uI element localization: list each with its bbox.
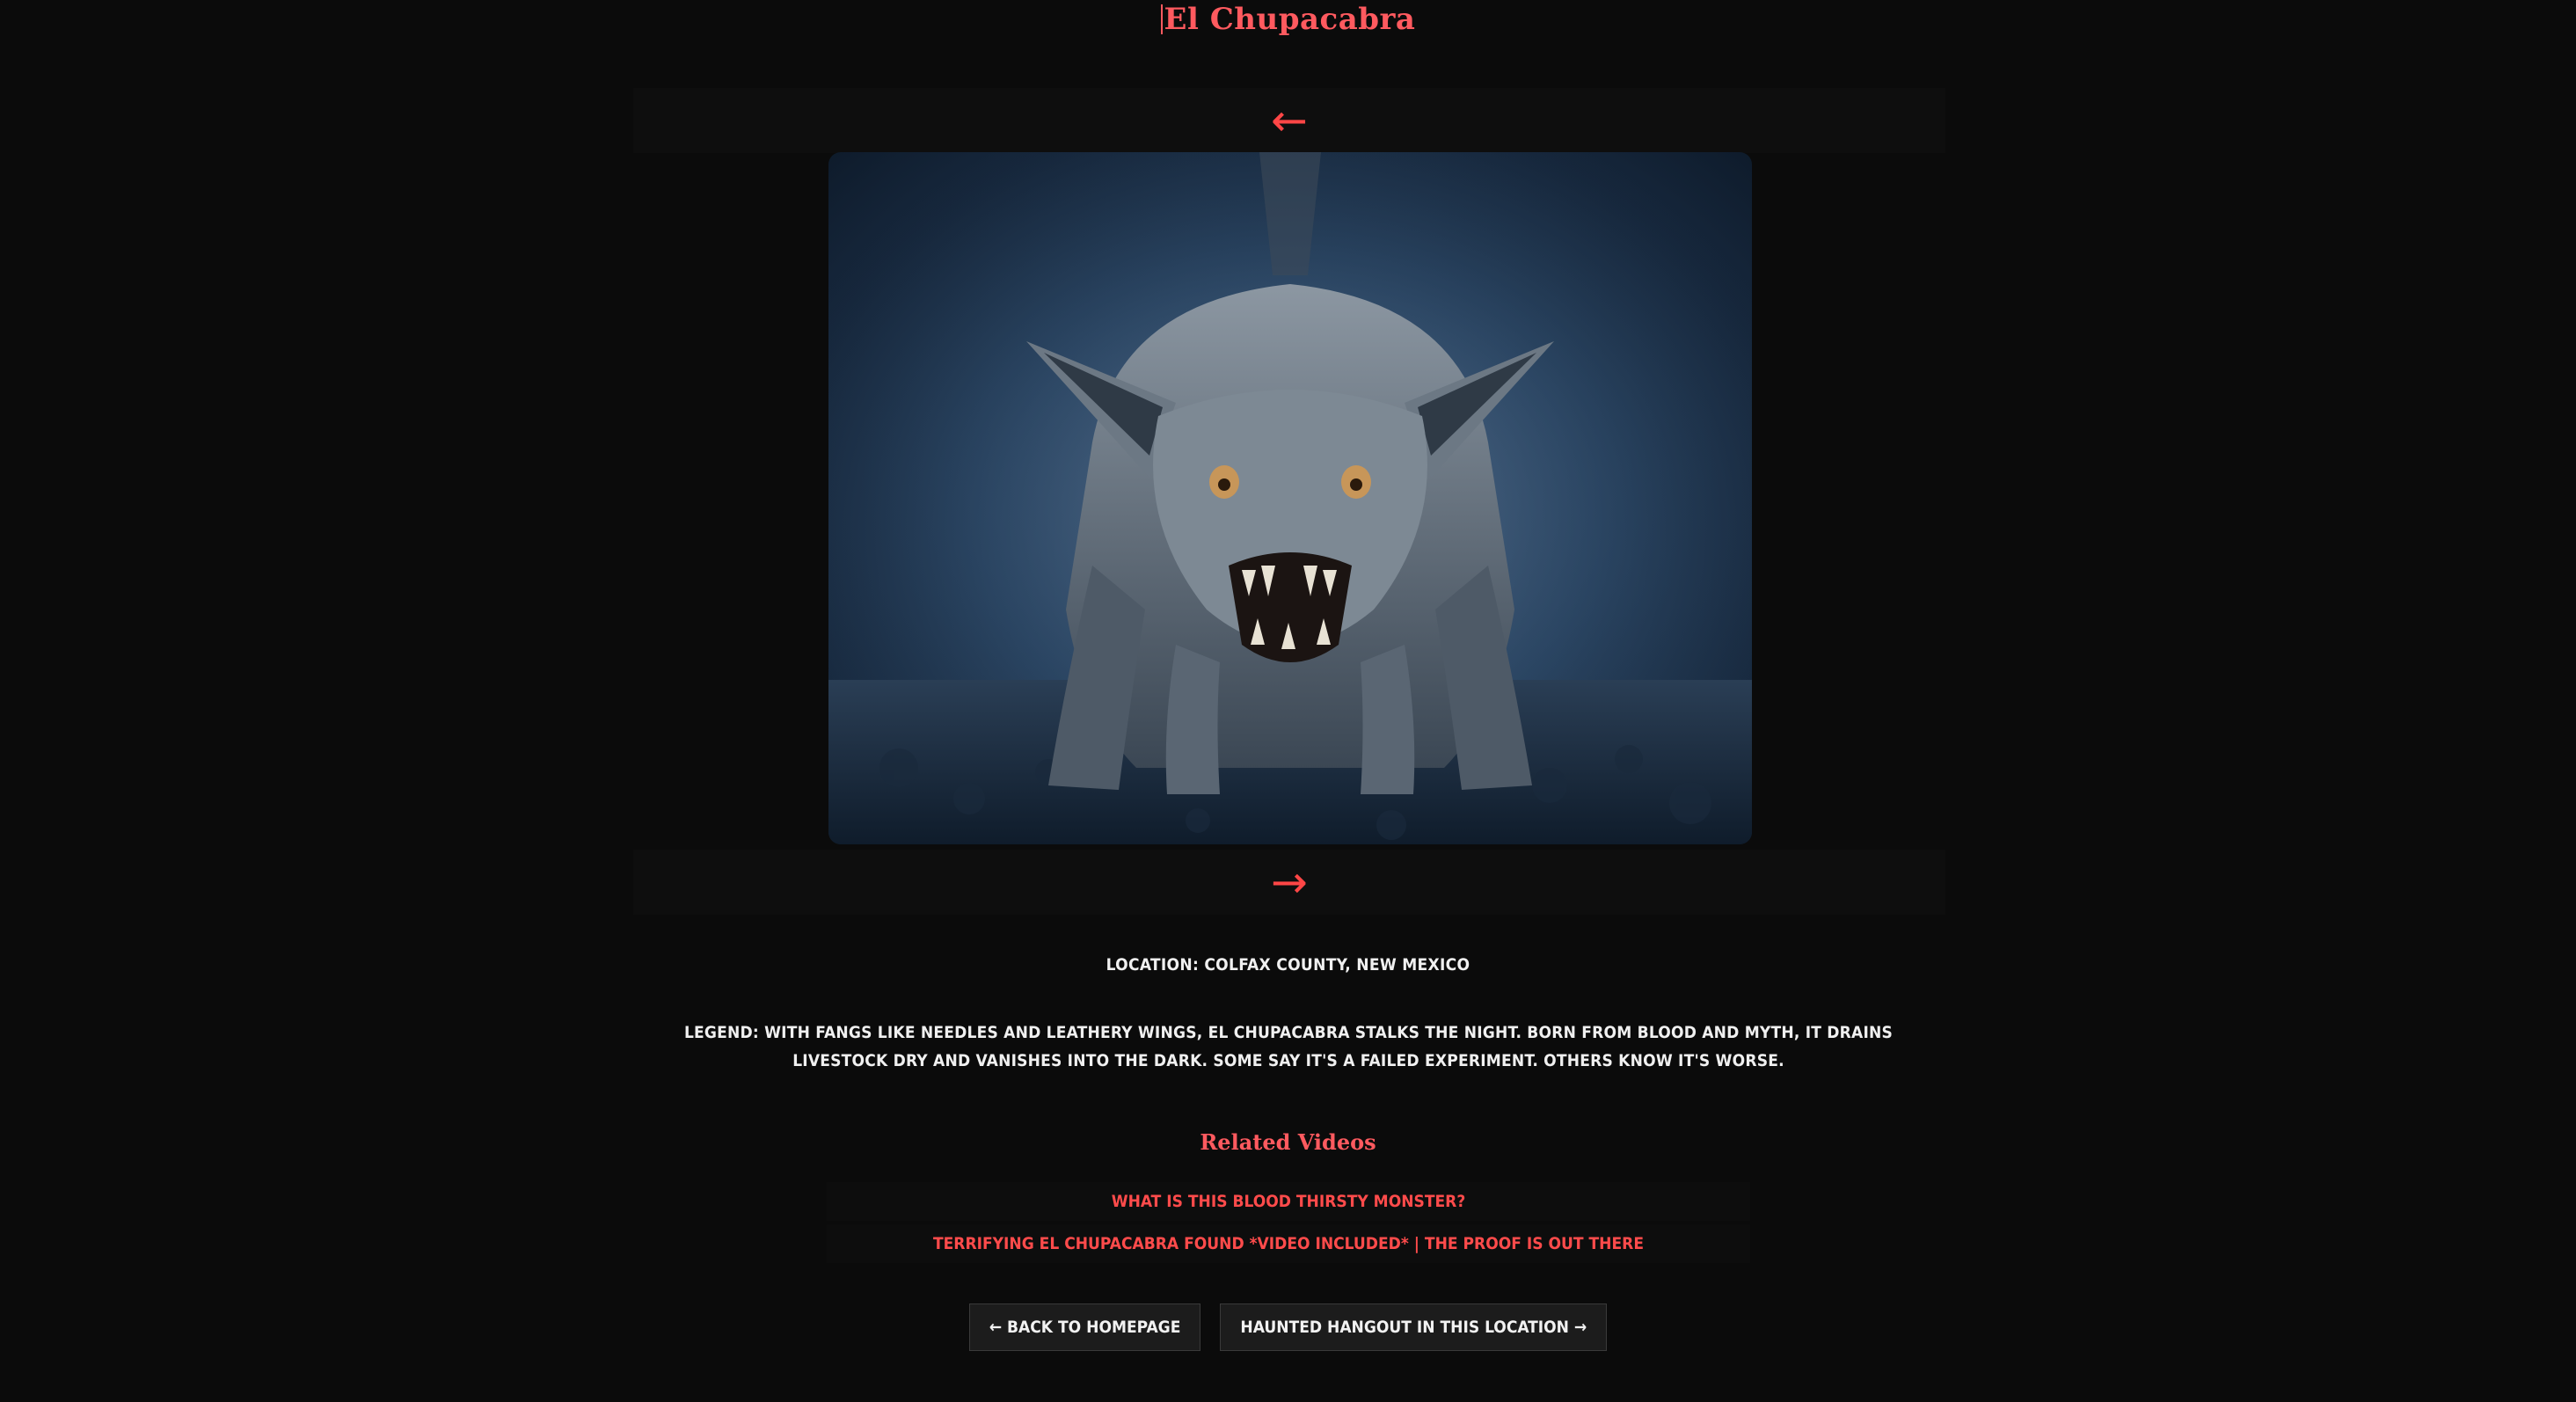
back-to-homepage-button[interactable]: ← Back to Homepage <box>968 1303 1201 1351</box>
creature-photo <box>828 152 1752 844</box>
related-videos-list: What is this blood thirsty monster? TERR… <box>827 1182 1750 1267</box>
related-video-link[interactable]: TERRIFYING EL CHUPACABRA FOUND *VIDEO IN… <box>827 1224 1750 1263</box>
page-title: El Chupacabra <box>0 2 2576 37</box>
creature-illustration <box>828 152 1752 844</box>
arrow-right-icon: → <box>1271 857 1308 908</box>
related-videos-heading: Related Videos <box>1200 1129 1376 1155</box>
carousel-next-button[interactable]: → <box>633 850 1945 915</box>
image-carousel: ← → <box>633 88 1945 915</box>
related-video-link[interactable]: What is this blood thirsty monster? <box>827 1182 1750 1221</box>
haunted-hangout-button[interactable]: Haunted Hangout in this Location → <box>1220 1303 1608 1351</box>
arrow-left-icon: ← <box>1271 95 1308 146</box>
text-cursor <box>1160 4 1163 34</box>
page-navigation: ← Back to Homepage Haunted Hangout in th… <box>0 1303 2576 1351</box>
page-title-text: El Chupacabra <box>1164 2 1416 37</box>
location-text: Location: Colfax County, New Mexico <box>1106 955 1470 975</box>
legend-text: Legend: With fangs like needles and leat… <box>683 1023 1894 1070</box>
carousel-prev-button[interactable]: ← <box>633 88 1945 153</box>
